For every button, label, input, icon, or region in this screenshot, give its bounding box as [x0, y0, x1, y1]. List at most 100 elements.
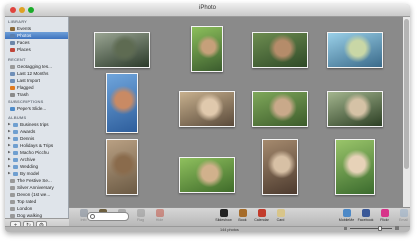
card-icon — [276, 209, 285, 217]
folder-icon — [13, 164, 18, 169]
photo-thumbnail[interactable] — [252, 91, 308, 127]
sidebar-item-silver-anniversary[interactable]: Silver Anniversary — [5, 184, 68, 191]
places-icon — [10, 47, 15, 52]
vertical-scrollbar[interactable] — [403, 17, 410, 207]
sidebar-item-label: Archive — [20, 157, 36, 162]
toolbar-button-label: Facebook — [357, 218, 374, 222]
card-button[interactable]: Card — [272, 209, 289, 225]
sidebar-item-places[interactable]: Places — [5, 46, 68, 53]
scrollbar-thumb[interactable] — [404, 19, 409, 169]
calendar-icon — [257, 209, 266, 217]
disclosure-triangle-icon[interactable]: ▶ — [8, 156, 11, 163]
subscription-icon — [10, 106, 15, 111]
album-icon — [10, 213, 15, 218]
folder-icon — [13, 143, 18, 148]
zoom-slider-knob[interactable] — [378, 226, 382, 231]
photo-thumbnail[interactable] — [191, 26, 223, 72]
album-icon — [10, 192, 15, 197]
sidebar-item-last-import[interactable]: Last Import — [5, 77, 68, 84]
sidebar-item-label: Business trips — [20, 122, 49, 127]
sidebar-section-recent[interactable]: RECENT — [8, 57, 26, 62]
sidebar-item-label: Dennis — [20, 136, 35, 141]
sidebar-item-pepe-s-slide[interactable]: Pepe's Slide... — [5, 105, 68, 112]
sidebar-item-events[interactable]: Events — [5, 25, 68, 32]
calendar-icon — [10, 71, 15, 76]
sidebar-item-the-festive-se[interactable]: The Festive Se... — [5, 177, 68, 184]
mobileme-button[interactable]: MobileMe — [338, 209, 355, 225]
sidebar-item-archive[interactable]: ▶ Archive — [5, 156, 68, 163]
photo-thumbnail[interactable] — [327, 91, 383, 127]
disclosure-triangle-icon[interactable]: ▶ — [8, 128, 11, 135]
folder-icon — [13, 157, 18, 162]
sidebar-item-label: Top rated — [17, 199, 37, 204]
toolbar-button-label: Hide — [155, 218, 164, 222]
disclosure-triangle-icon[interactable]: ▶ — [8, 163, 11, 170]
window-title: iPhoto — [198, 5, 216, 11]
sidebar-item-devon-1st-we[interactable]: Devon (1st we... — [5, 191, 68, 198]
zoom-slider[interactable] — [344, 226, 399, 231]
toolbar-button-label: Card — [276, 218, 285, 222]
photo-thumbnail[interactable] — [179, 157, 235, 193]
sidebar-item-london[interactable]: London — [5, 205, 68, 212]
slideshow-button[interactable]: Slideshow — [215, 209, 232, 225]
photo-thumbnail[interactable] — [179, 91, 235, 127]
photo-thumbnail[interactable] — [335, 139, 375, 195]
sidebar-item-flagged[interactable]: Flagged — [5, 84, 68, 91]
sidebar-section-albums[interactable]: ALBUMS — [8, 115, 26, 120]
book-button[interactable]: Book — [234, 209, 251, 225]
email-button[interactable]: Email — [395, 209, 410, 225]
sidebar-item-geotagging-tes[interactable]: Geotagging tes... — [5, 63, 68, 70]
sidebar-item-holidays-trips[interactable]: ▶ Holidays & Trips — [5, 142, 68, 149]
sidebar-item-trash[interactable]: Trash — [5, 91, 68, 98]
sidebar-item-awards[interactable]: ▶ Awards — [5, 128, 68, 135]
calendar-button[interactable]: Calendar — [253, 209, 270, 225]
facebook-icon — [361, 209, 370, 217]
flickr-button[interactable]: Flickr — [376, 209, 393, 225]
photo-thumbnail[interactable] — [94, 32, 150, 68]
sidebar-item-wedding[interactable]: ▶ Wedding — [5, 163, 68, 170]
email-icon — [399, 209, 408, 217]
photo-thumbnail[interactable] — [106, 73, 138, 133]
sidebar-item-label: Holidays & Trips — [20, 143, 54, 148]
disclosure-triangle-icon[interactable]: ▶ — [8, 170, 11, 177]
source-list-sidebar: LIBRARY Events Photos Faces Places RECENT Geot… — [5, 17, 69, 218]
photo-thumbnail[interactable] — [252, 32, 308, 68]
trash-icon — [10, 92, 15, 97]
sidebar-item-macho-picchu[interactable]: ▶ Macho Picchu — [5, 149, 68, 156]
disclosure-triangle-icon[interactable]: ▶ — [8, 149, 11, 156]
smart-album-icon — [10, 199, 15, 204]
book-icon — [238, 209, 247, 217]
photo-thumbnail[interactable] — [327, 32, 383, 68]
sidebar-item-dennis[interactable]: ▶ Dennis — [5, 135, 68, 142]
sidebar-section-library[interactable]: LIBRARY — [8, 19, 27, 24]
zoom-large-icon — [395, 226, 399, 230]
disclosure-triangle-icon[interactable]: ▶ — [8, 121, 11, 128]
sidebar-item-last-12-months[interactable]: Last 12 Months — [5, 70, 68, 77]
hide-icon — [155, 209, 164, 217]
sidebar-section-subscriptions[interactable]: SUBSCRIPTIONS — [8, 99, 44, 104]
flickr-icon — [380, 209, 389, 217]
photo-grid — [69, 17, 410, 207]
sidebar-item-label: Pepe's Slide... — [17, 106, 47, 111]
album-icon — [10, 178, 15, 183]
flag-button[interactable]: Flag — [132, 209, 149, 225]
hide-button[interactable]: Hide — [151, 209, 168, 225]
sidebar-item-faces[interactable]: Faces — [5, 39, 68, 46]
facebook-button[interactable]: Facebook — [357, 209, 374, 225]
sidebar-item-label: Devon (1st we... — [17, 192, 51, 197]
photo-thumbnail[interactable] — [262, 139, 298, 195]
disclosure-triangle-icon[interactable]: ▶ — [8, 142, 11, 149]
sidebar-item-photos[interactable]: Photos — [5, 32, 68, 39]
sidebar-item-by-model[interactable]: ▶ By model — [5, 170, 68, 177]
toolbar-button-label: Book — [238, 218, 247, 222]
toolbar-button-label: Calendar — [254, 218, 269, 222]
photo-thumbnail[interactable] — [106, 139, 138, 195]
sidebar-item-business-trips[interactable]: ▶ Business trips — [5, 121, 68, 128]
disclosure-triangle-icon[interactable]: ▶ — [8, 135, 11, 142]
search-field[interactable] — [87, 212, 129, 221]
toolbar-button-label: Email — [399, 218, 408, 222]
sidebar-item-label: The Festive Se... — [17, 178, 52, 183]
sidebar-item-label: Last 12 Months — [17, 71, 49, 76]
sidebar-item-top-rated[interactable]: Top rated — [5, 198, 68, 205]
toolbar-button-label: Slideshow — [215, 218, 232, 222]
